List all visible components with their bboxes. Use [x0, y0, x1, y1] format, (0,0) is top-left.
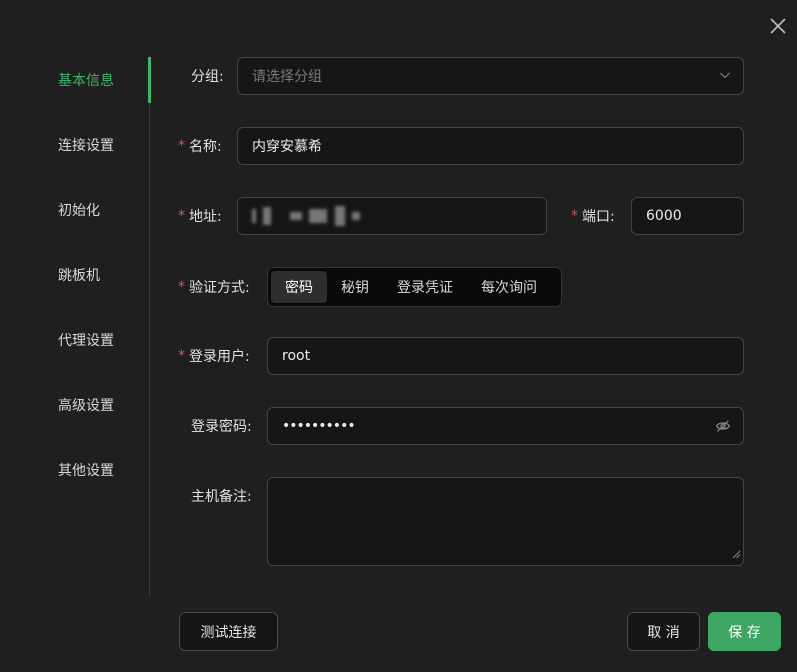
auth-option-ask-each-time[interactable]: 每次询问 — [467, 271, 551, 303]
auth-option-password[interactable]: 密码 — [271, 271, 327, 303]
group-placeholder: 请选择分组 — [252, 69, 322, 85]
sidebar-item-advanced-settings[interactable]: 高级设置 — [0, 382, 150, 428]
auth-method-segmented: 密码 秘钥 登录凭证 每次询问 — [267, 267, 562, 307]
test-connection-button[interactable]: 测试连接 — [179, 612, 278, 651]
eye-off-icon[interactable] — [715, 418, 731, 438]
login-password-input[interactable]: •••••••••• — [267, 407, 744, 445]
required-mark: * — [178, 208, 185, 224]
close-button[interactable] — [764, 14, 792, 42]
required-mark: * — [178, 348, 185, 364]
host-remark-textarea[interactable] — [267, 477, 744, 566]
group-select[interactable]: 请选择分组 — [237, 57, 744, 95]
sidebar-item-initialization[interactable]: 初始化 — [0, 187, 150, 233]
auth-option-key[interactable]: 秘钥 — [327, 271, 383, 303]
port-label: * 端口: — [571, 208, 615, 225]
login-password-label: 登录密码: — [191, 419, 252, 435]
resize-handle-icon[interactable] — [732, 547, 741, 563]
login-user-label: * 登录用户: — [178, 348, 250, 365]
sidebar-item-proxy-settings[interactable]: 代理设置 — [0, 317, 150, 363]
address-input[interactable] — [237, 197, 547, 235]
sidebar-item-basic-info[interactable]: 基本信息 — [0, 57, 151, 103]
close-icon — [770, 18, 786, 38]
chevron-down-icon — [719, 69, 731, 85]
login-user-value: root — [282, 348, 311, 364]
cancel-button[interactable]: 取 消 — [627, 612, 700, 651]
address-value-obscured — [252, 206, 363, 226]
name-input[interactable]: 内穿安慕希 — [237, 127, 744, 165]
address-label: * 地址: — [178, 208, 222, 225]
required-mark: * — [571, 208, 578, 224]
login-password-value: •••••••••• — [282, 418, 356, 434]
auth-method-label: * 验证方式: — [178, 279, 250, 296]
sidebar-item-jump-host[interactable]: 跳板机 — [0, 252, 150, 298]
sidebar-nav: 基本信息 连接设置 初始化 跳板机 代理设置 高级设置 其他设置 — [0, 55, 151, 597]
required-mark: * — [178, 138, 185, 154]
save-button[interactable]: 保 存 — [708, 612, 781, 651]
required-mark: * — [178, 279, 185, 295]
name-value: 内穿安慕希 — [252, 139, 322, 155]
login-user-input[interactable]: root — [267, 337, 744, 375]
auth-option-credential[interactable]: 登录凭证 — [383, 271, 467, 303]
host-remark-label: 主机备注: — [191, 489, 252, 505]
group-label: 分组: — [191, 69, 224, 85]
port-value: 6000 — [646, 208, 682, 224]
sidebar-item-other-settings[interactable]: 其他设置 — [0, 447, 150, 493]
name-label: * 名称: — [178, 138, 222, 155]
port-input[interactable]: 6000 — [631, 197, 744, 235]
sidebar-item-connection-settings[interactable]: 连接设置 — [0, 122, 150, 168]
